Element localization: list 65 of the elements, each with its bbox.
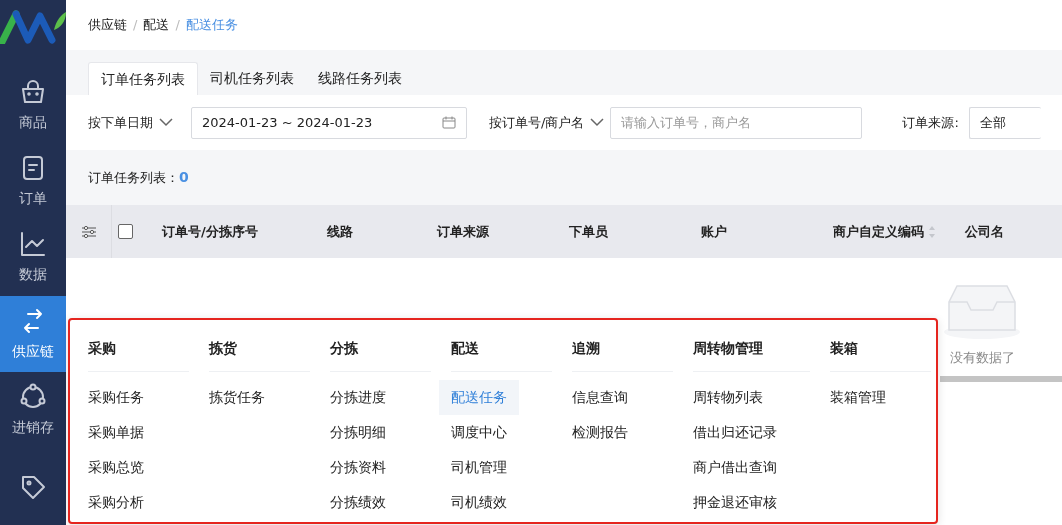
column-header: 公司名 (965, 222, 1004, 241)
search-field[interactable]: 请输入订单号，商户名 (610, 106, 863, 139)
column-header: 订单来源 (437, 222, 489, 241)
menu-item[interactable]: 司机绩效 (451, 485, 507, 520)
menu-item[interactable]: 采购总览 (88, 450, 144, 485)
column-header: 订单号/分拣序号 (162, 222, 258, 241)
menu-item[interactable]: 配送任务 (439, 380, 519, 415)
menu-item[interactable]: 借出归还记录 (693, 415, 777, 450)
breadcrumb-separator: / (133, 16, 138, 35)
date-mode-dropdown[interactable]: 按下单日期 (88, 112, 173, 133)
column-header: 账户 (701, 222, 727, 241)
menu-item[interactable]: 分拣绩效 (330, 485, 386, 520)
logo-icon (0, 8, 66, 44)
calendar-icon (442, 116, 456, 129)
menu-group-title: 拣货 (209, 338, 310, 372)
scrollbar[interactable] (940, 376, 1062, 382)
menu-item[interactable]: 采购分析 (88, 485, 144, 520)
menu-item[interactable]: 调度中心 (451, 415, 507, 450)
breadcrumb-item[interactable]: 供应链 (88, 15, 127, 35)
breadcrumb-separator: / (175, 16, 180, 35)
settings-icon[interactable] (81, 225, 96, 238)
menu-item[interactable]: 分拣明细 (330, 415, 386, 450)
sidebar-item[interactable]: 订单 (0, 143, 66, 220)
search-mode-dropdown[interactable]: 按订单号/商户名 (489, 112, 605, 133)
sidebar-item[interactable]: 供应链 (0, 296, 66, 373)
sidebar-item[interactable]: 数据 (0, 219, 66, 297)
menu-item[interactable]: 分拣资料 (330, 450, 386, 485)
menu-item[interactable]: 周转物列表 (693, 380, 763, 415)
menu-group-title: 配送 (451, 338, 552, 372)
menu-item[interactable]: 司机管理 (451, 450, 507, 485)
sidebar-item[interactable]: 进销存 (0, 372, 66, 449)
menu-item[interactable]: 信息查询 (572, 380, 628, 415)
column-header: 商户自定义编码 (833, 222, 924, 241)
menu-item[interactable]: 装箱管理 (830, 380, 886, 415)
breadcrumb-item[interactable]: 配送 (143, 15, 170, 35)
menu-group-title: 采购 (88, 338, 189, 372)
menu-item[interactable]: 拣货任务 (209, 380, 265, 415)
menu-group-title: 分拣 (330, 338, 431, 372)
menu-item[interactable]: 押金退还审核 (693, 485, 777, 520)
tab[interactable]: 线路任务列表 (306, 62, 414, 95)
menu-group-title: 追溯 (572, 338, 673, 372)
menu-item[interactable]: 检测报告 (572, 415, 628, 450)
summary-label: 订单任务列表： (88, 168, 179, 187)
menu-group-title: 装箱 (830, 338, 931, 372)
bag-icon (19, 77, 47, 106)
breadcrumb-item: 配送任务 (185, 16, 238, 35)
tab[interactable]: 订单任务列表 (88, 62, 198, 95)
menu-item[interactable]: 采购任务 (88, 380, 144, 415)
chevron-down-icon (159, 118, 173, 127)
menu-item[interactable]: 商户借出查询 (693, 450, 777, 485)
source-label: 订单来源: (902, 113, 959, 132)
menu-group-title: 周转物管理 (693, 338, 810, 372)
summary-count: 0 (179, 168, 189, 187)
tab[interactable]: 司机任务列表 (198, 62, 306, 95)
source-select[interactable]: 全部 (968, 106, 1041, 139)
column-header: 下单员 (569, 222, 608, 241)
empty-message: 没有数据了 (949, 349, 1015, 367)
menu-item[interactable]: 分拣进度 (330, 380, 386, 415)
date-range-field[interactable]: 2024-01-23 ~ 2024-01-23 (191, 106, 467, 139)
chevron-down-icon (590, 118, 605, 127)
sidebar-item[interactable]: 商品 (0, 67, 66, 144)
menu-item[interactable]: 采购单据 (88, 415, 144, 450)
select-all-checkbox[interactable] (118, 224, 133, 239)
column-header: 线路 (327, 222, 353, 241)
line-chart-icon (19, 230, 47, 259)
